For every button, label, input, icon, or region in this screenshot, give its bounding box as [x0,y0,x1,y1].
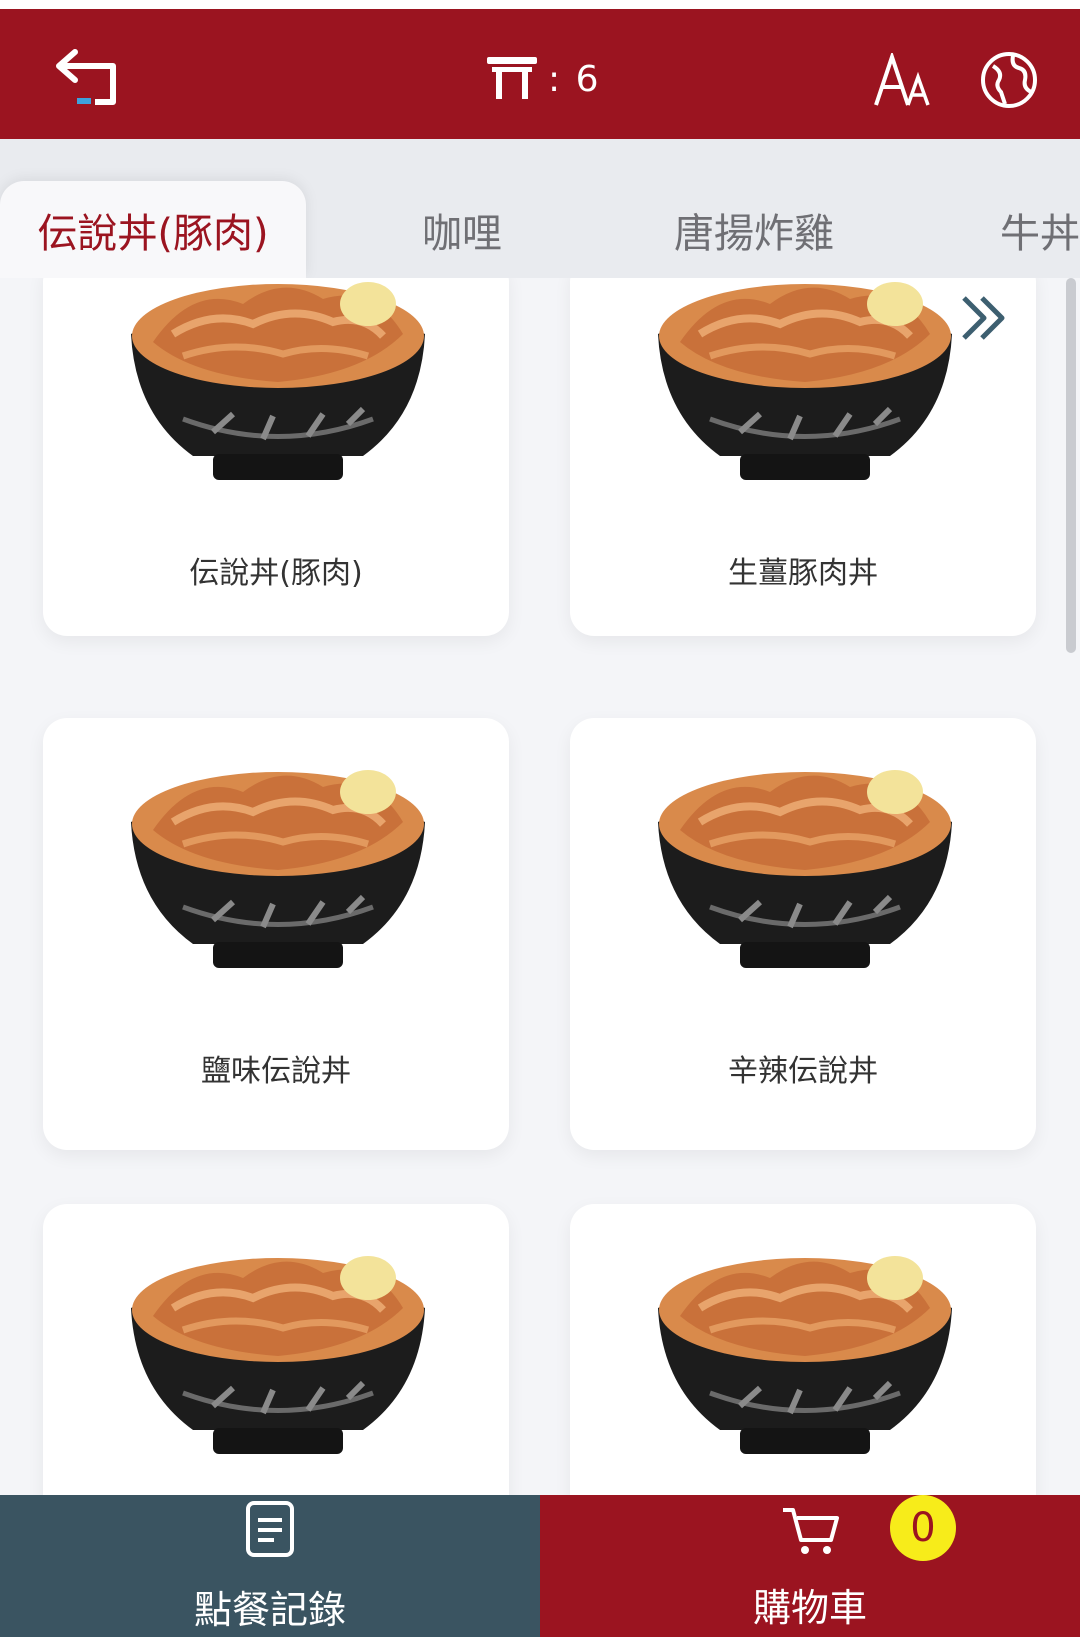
order-history-button[interactable]: 點餐記錄 [0,1495,540,1637]
cart-label: 購物車 [752,1586,867,1630]
order-history-label: 點餐記錄 [193,1588,346,1632]
table-number: : 6 [484,49,600,109]
shopping-cart-icon [778,1503,842,1559]
menu-item-name: 伝說丼(豚肉) [189,556,363,591]
menu-grid: 伝說丼(豚肉) 生薑豚肉丼 鹽味伝說丼 辛辣伝說丼 [0,278,1080,1495]
top-bar: : 6 [0,9,1080,139]
scrollbar[interactable] [1066,278,1076,653]
menu-item-name: 辛辣伝說丼 [728,1054,878,1089]
tab-legend-bowl-pork[interactable]: 伝說丼(豚肉) [0,181,306,278]
status-strip [0,0,1080,9]
food-image [123,1238,433,1495]
food-image [123,278,433,524]
food-image [650,278,960,524]
table-number-label: : 6 [548,58,601,100]
table-icon [484,53,540,105]
menu-item-name: 生薑豚肉丼 [728,556,878,591]
category-tabs: 伝說丼(豚肉) 咖哩 唐揚炸雞 牛丼 [0,139,1080,278]
receipt-icon [242,1499,298,1559]
tab-curry[interactable]: 咖哩 [400,181,524,278]
cart-button[interactable]: 0 購物車 [540,1495,1080,1637]
back-arrow-icon[interactable] [44,39,130,115]
menu-item-card[interactable]: 伝說丼(豚肉) [43,278,509,636]
food-image [650,752,960,1012]
tab-fried-chicken[interactable]: 唐揚炸雞 [664,181,844,278]
menu-item-card[interactable]: 辛辣伝說丼 [570,718,1036,1150]
cart-count-badge: 0 [890,1495,956,1561]
menu-item-card[interactable]: 鹽味伝說丼 [43,718,509,1150]
menu-item-name: 鹽味伝說丼 [201,1054,351,1089]
font-size-icon[interactable] [868,47,938,113]
bottom-bar: 點餐記錄 0 購物車 [0,1495,1080,1637]
tab-beef-bowl[interactable]: 牛丼 [1000,181,1080,278]
menu-screen: : 6 伝說丼(豚肉) 咖哩 唐揚炸雞 牛丼 伝說丼(豚肉) 生薑豚肉丼 鹽味伝… [0,0,1080,1637]
food-image [123,752,433,1012]
menu-item-card[interactable] [570,1204,1036,1495]
food-image [650,1238,960,1495]
menu-item-card[interactable] [43,1204,509,1495]
double-chevron-right-icon[interactable] [956,290,1012,346]
globe-icon[interactable] [976,47,1042,113]
